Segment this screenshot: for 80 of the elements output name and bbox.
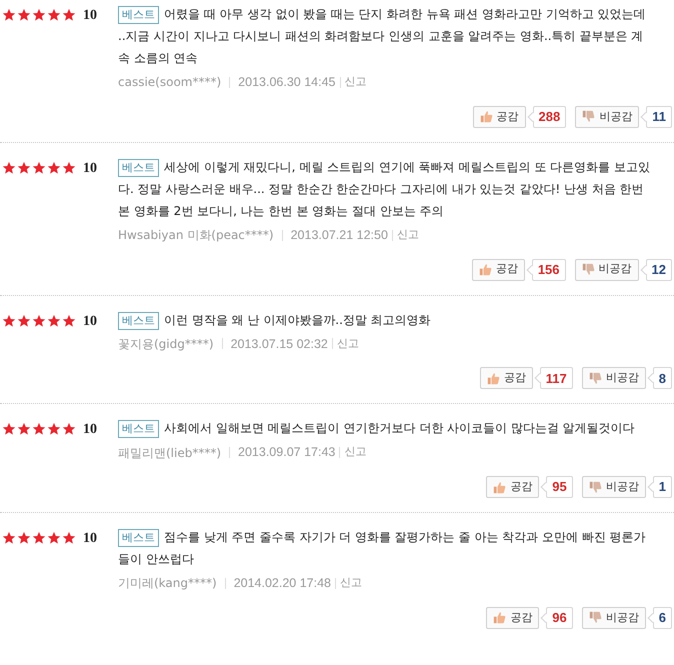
star-icon (47, 160, 61, 175)
dislike-button[interactable]: 비공감 (574, 258, 639, 280)
thumb-up-icon (480, 110, 493, 124)
star-icon (47, 531, 61, 545)
date: 2013.07.15 02:32 (230, 336, 328, 352)
star-icon (2, 422, 16, 436)
star-icon (17, 160, 31, 175)
best-badge: 베스트 (118, 158, 159, 177)
like-button[interactable]: 공감 (480, 367, 533, 390)
author: Hwsabiyan 미화(peac****) (118, 227, 274, 244)
thumb-up-icon (478, 263, 492, 276)
review-text: 베스트 이런 명작을 왜 난 이제야봤을까..정말 최고의영화 (118, 308, 672, 330)
dislike-button[interactable]: 비공감 (582, 606, 646, 629)
star-icon (62, 314, 76, 328)
star-icon (62, 8, 76, 22)
vote-count: 1 (652, 476, 672, 498)
best-badge: 베스트 (118, 6, 159, 24)
author: 꽃지용(gidg****) (118, 336, 214, 353)
vote-count: 288 (532, 106, 566, 128)
thumb-up-icon (486, 372, 500, 385)
thumb-up-icon (493, 611, 506, 624)
star-icon (2, 531, 16, 545)
dislike-button[interactable]: 비공감 (582, 367, 646, 390)
star-icon (32, 314, 46, 328)
star-icon (17, 314, 31, 328)
like-button[interactable]: 공감 (486, 606, 540, 629)
star-icon (2, 314, 16, 328)
vote-count: 6 (652, 606, 672, 629)
score: 10 (83, 422, 97, 438)
review-text: 베스트 어렸을 때 아무 생각 없이 봤을 때는 단지 화려한 뉴욕 패션 영화라고만 기억하고 있었는데 ..지금 시간이 지나고 다시보니 패션의 화려함보다 인생의 교훈을 알려주는 영화..특히 끝부분은 계속 소름의 연속 (118, 5, 647, 67)
like-button[interactable]: 공감 (472, 106, 526, 128)
best-badge: 베스트 (118, 420, 159, 438)
best-badge: 베스트 (118, 312, 159, 330)
score: 10 (83, 531, 97, 546)
vote-count: 156 (532, 258, 566, 280)
star-icon (32, 160, 46, 175)
star-icon (47, 8, 61, 22)
star-icon (62, 531, 76, 545)
star-icon (62, 422, 76, 436)
date: 2013.09.07 17:43 (238, 444, 336, 462)
vote-count: 8 (652, 367, 672, 390)
author: 기미레(kang****) (118, 575, 217, 592)
score: 10 (83, 314, 97, 328)
date: 2013.06.30 14:45 (238, 74, 336, 91)
thumb-up-icon (493, 480, 506, 494)
vote-count: 11 (646, 106, 672, 128)
dislike-button[interactable]: 비공감 (582, 476, 646, 498)
thumb-down-icon (588, 611, 602, 624)
star-icon (32, 8, 46, 22)
like-button[interactable]: 공감 (486, 476, 540, 498)
vote-count: 12 (646, 258, 672, 280)
best-badge: 베스트 (118, 529, 159, 547)
vote-count: 117 (540, 367, 573, 390)
star-icon (47, 422, 61, 436)
star-icon (2, 8, 16, 22)
star-icon (17, 531, 31, 545)
like-button[interactable]: 공감 (472, 258, 525, 280)
score: 10 (83, 160, 97, 176)
star-icon (32, 422, 46, 436)
date: 2013.07.21 12:50 (290, 226, 388, 244)
review-text: 베스트 점수를 낮게 주면 줄수록 자기가 더 영화를 잘평가하는 줄 아는 착각과 오만에 빠진 평론가들이 안쓰럽다 (118, 528, 647, 568)
star-icon (17, 8, 31, 22)
vote-count: 95 (546, 476, 573, 498)
thumb-down-icon (582, 110, 596, 124)
author: cassie(soom****) (118, 74, 222, 92)
thumb-down-icon (588, 480, 602, 494)
vote-count: 96 (546, 606, 573, 629)
star-icon (17, 422, 31, 436)
date: 2014.02.20 17:48 (234, 575, 332, 592)
star-icon (32, 531, 46, 545)
star-icon (2, 160, 16, 175)
author: 패밀리맨(lieb****) (118, 444, 222, 462)
thumb-down-icon (582, 263, 595, 276)
star-icon (62, 160, 76, 175)
score: 10 (83, 8, 97, 23)
dislike-button[interactable]: 비공감 (575, 106, 640, 128)
thumb-down-icon (588, 372, 602, 385)
review-text: 베스트 세상에 이렇게 재밌다니, 메릴 스트립의 연기에 푹빠져 메릴스트립의 또 다른영화를 보고있다. 정말 사랑스러운 배우... 정말 한순간 한순간마다 그자리에 내가 있는것 같았다! 난생 처음 한번 본 영화를 2번 보다니, 나는 한번 본 영화는 절대 안보는 주의 (118, 158, 651, 220)
star-icon (47, 314, 61, 328)
review-text: 베스트 사회에서 일해보면 메릴스트립이 연기한거보다 더한 사이코들이 많다는걸 알게될것이다 (118, 417, 672, 440)
